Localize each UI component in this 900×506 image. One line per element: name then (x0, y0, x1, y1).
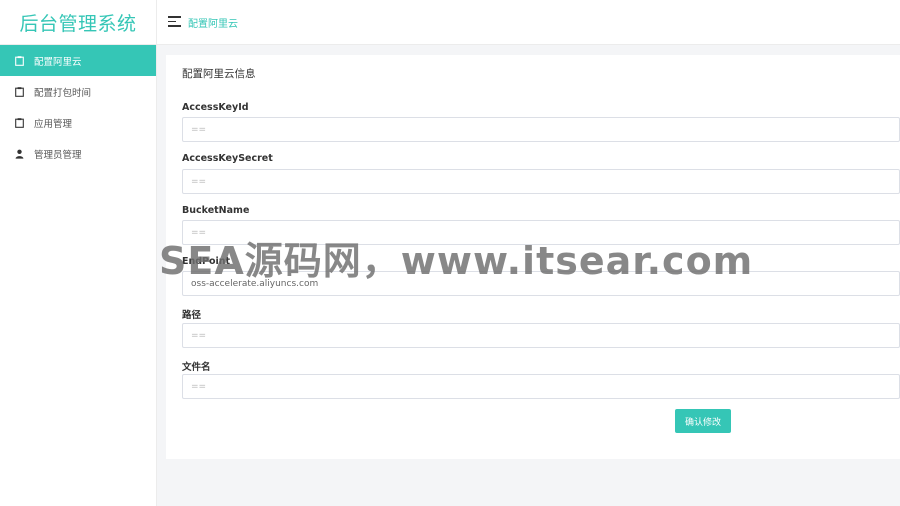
form-title: 配置阿里云信息 (182, 68, 256, 80)
field-label-accesskeyid: AccessKeyId (182, 102, 249, 113)
app-logo-title: 后台管理系统 (0, 0, 157, 45)
sidebar-item-admin-management[interactable]: 管理员管理 (0, 138, 156, 169)
field-label-accesskeysecret: AccessKeySecret (182, 153, 273, 164)
accesskeyid-input[interactable] (182, 117, 900, 142)
sidebar: 配置阿里云 配置打包时间 应用管理 管理员管理 (0, 45, 157, 506)
sidebar-item-label: 配置阿里云 (34, 56, 82, 68)
sidebar-item-label: 应用管理 (34, 118, 73, 130)
top-bar: 后台管理系统 配置阿里云 (0, 0, 900, 45)
breadcrumb[interactable]: 配置阿里云 (188, 15, 238, 30)
menu-toggle-icon[interactable] (168, 16, 181, 28)
field-label-path: 路径 (182, 310, 202, 321)
field-label-filename: 文件名 (182, 362, 211, 373)
sidebar-item-aliyun-config[interactable]: 配置阿里云 (0, 45, 156, 76)
accesskeysecret-input[interactable] (182, 169, 900, 194)
clipboard-icon (15, 55, 24, 66)
field-label-bucketname: BucketName (182, 205, 250, 216)
sidebar-item-package-time[interactable]: 配置打包时间 (0, 76, 156, 107)
user-icon (15, 149, 24, 159)
sidebar-item-label: 管理员管理 (34, 149, 82, 161)
sidebar-item-app-management[interactable]: 应用管理 (0, 107, 156, 138)
filename-input[interactable] (182, 374, 900, 399)
clipboard-icon (15, 117, 24, 128)
watermark-text: SEA源码网，www.itsear.com (159, 239, 754, 283)
sidebar-item-label: 配置打包时间 (34, 87, 92, 99)
clipboard-icon (15, 86, 24, 97)
path-input[interactable] (182, 323, 900, 348)
confirm-modify-button[interactable]: 确认修改 (675, 409, 731, 433)
